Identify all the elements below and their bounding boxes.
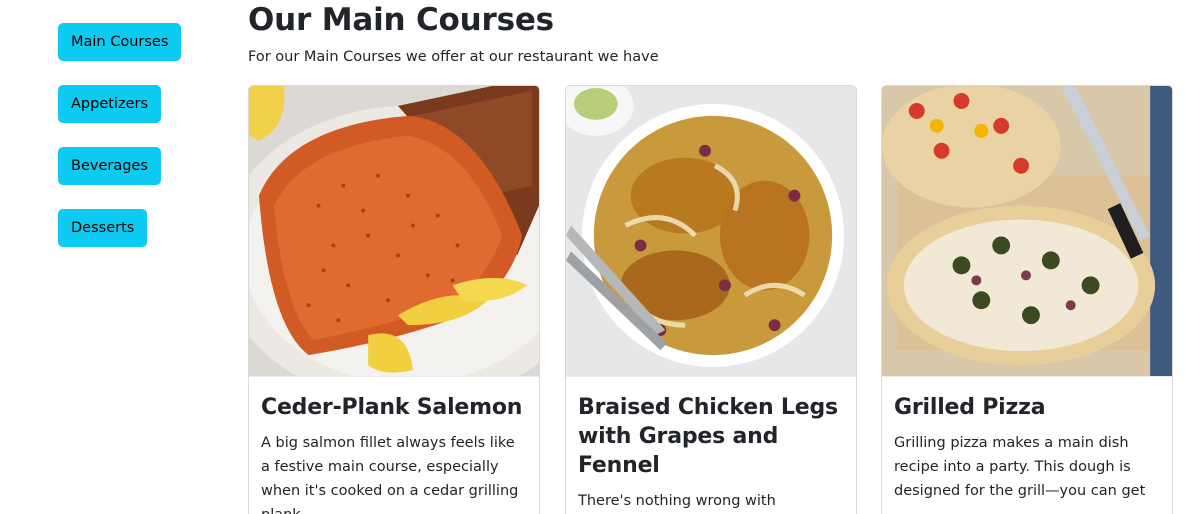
beverages-button[interactable]: Beverages (58, 147, 161, 185)
salmon-photo (249, 86, 539, 377)
pizza-photo (882, 86, 1172, 377)
card-salmon[interactable]: Ceder-Plank Salemon A big salmon fillet … (248, 85, 540, 514)
page-subtitle: For our Main Courses we offer at our res… (248, 49, 659, 65)
card-chicken[interactable]: Braised Chicken Legs with Grapes and Fen… (565, 85, 857, 514)
card-text: There's nothing wrong with defaulting to… (578, 493, 776, 509)
main-courses-button[interactable]: Main Courses (58, 23, 182, 61)
chicken-photo (566, 86, 856, 377)
desserts-button[interactable]: Desserts (58, 209, 148, 247)
sidebar: Main Courses Appetizers Beverages Desser… (58, 23, 188, 271)
page-title: Our Main Courses (248, 2, 554, 38)
card-title: Grilled Pizza (894, 395, 1046, 420)
card-title: Braised Chicken Legs with Grapes and Fen… (578, 395, 838, 478)
appetizers-button[interactable]: Appetizers (58, 85, 162, 123)
card-text: Grilling pizza makes a main dish recipe … (894, 435, 1146, 499)
card-title: Ceder-Plank Salemon (261, 395, 523, 420)
card-pizza[interactable]: Grilled Pizza Grilling pizza makes a mai… (881, 85, 1173, 514)
card-text: A big salmon fillet always feels like a … (261, 435, 519, 514)
